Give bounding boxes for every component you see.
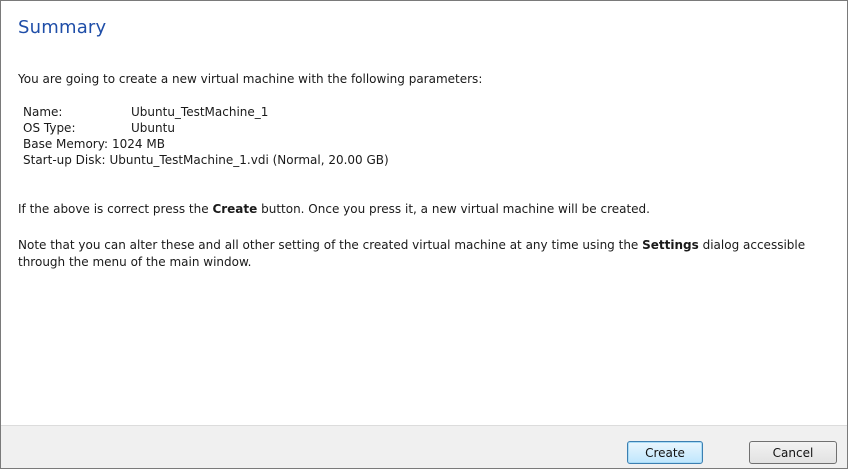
param-os-type-label: OS Type:	[23, 121, 76, 135]
create-button[interactable]: Create	[627, 441, 703, 464]
param-startup-disk-value: Ubuntu_TestMachine_1.vdi (Normal, 20.00 …	[109, 153, 389, 167]
wizard-dialog: Summary You are going to create a new vi…	[0, 0, 848, 469]
param-os-type-value: Ubuntu	[131, 121, 175, 135]
create-note-before: If the above is correct press the	[18, 202, 213, 216]
intro-text: You are going to create a new virtual ma…	[18, 72, 483, 86]
parameters-list: Name: Ubuntu_TestMachine_1 OS Type: Ubuntu…	[23, 104, 389, 168]
cancel-button[interactable]: Cancel	[749, 441, 837, 464]
param-name-value: Ubuntu_TestMachine_1	[131, 105, 269, 119]
param-startup-disk-label: Start-up Disk:	[23, 153, 106, 167]
page-title: Summary	[18, 17, 107, 38]
button-bar: Create Cancel	[1, 425, 847, 468]
param-base-memory-value: 1024 MB	[112, 137, 165, 151]
create-note-bold: Create	[212, 202, 258, 216]
param-startup-disk-row: Start-up Disk: Ubuntu_TestMachine_1.vdi (…	[23, 152, 389, 168]
param-os-type-row: OS Type: Ubuntu	[23, 120, 389, 136]
param-base-memory-label: Base Memory:	[23, 137, 109, 151]
summary-page: Summary You are going to create a new vi…	[1, 1, 847, 425]
settings-note-text: Note that you can alter these and all ot…	[18, 237, 842, 271]
param-base-memory-row: Base Memory: 1024 MB	[23, 136, 389, 152]
param-name-label: Name:	[23, 105, 63, 119]
create-instruction-text: If the above is correct press the Create…	[18, 202, 650, 216]
settings-note-bold: Settings	[642, 238, 699, 252]
param-name-row: Name: Ubuntu_TestMachine_1	[23, 104, 389, 120]
create-note-after: button. Once you press it, a new virtual…	[257, 202, 650, 216]
settings-note-before: Note that you can alter these and all ot…	[18, 238, 643, 252]
